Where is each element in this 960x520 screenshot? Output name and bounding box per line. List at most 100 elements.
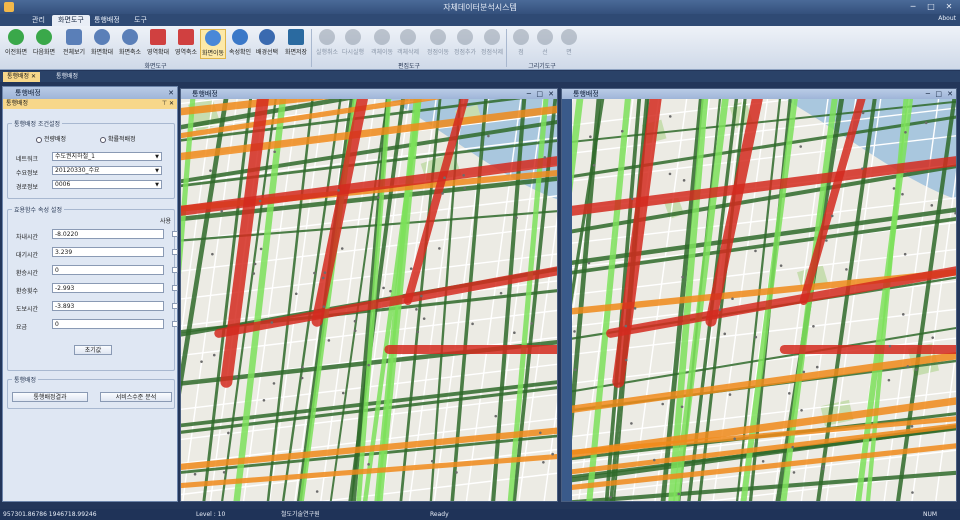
param-input[interactable]: 0 <box>52 319 164 329</box>
zoom-in-button[interactable]: 화면확대 <box>89 29 115 59</box>
menu-tab-view-tools[interactable]: 화면도구 <box>52 15 90 26</box>
menu-tab-manage[interactable]: 관리 <box>26 15 51 26</box>
draw-line-button[interactable]: 선 <box>532 29 558 59</box>
undo-icon <box>319 29 335 45</box>
maximize-icon[interactable]: □ <box>935 89 942 99</box>
delete-object-button[interactable]: 객체삭제 <box>395 29 421 59</box>
param-input[interactable]: 0 <box>52 265 164 275</box>
poi-marker <box>791 445 795 449</box>
status-ready: Ready <box>430 511 449 518</box>
poi-marker <box>680 405 684 409</box>
draw-polygon-button[interactable]: 면 <box>556 29 582 59</box>
poi-marker <box>633 307 637 310</box>
poi-marker <box>620 129 624 133</box>
close-icon[interactable]: ✕ <box>947 89 953 99</box>
panel-title: 통행배정 <box>15 89 41 97</box>
move-object-button[interactable]: 객체이동 <box>369 29 395 59</box>
save-screen-button[interactable]: 화면저장 <box>283 29 309 59</box>
poi-marker <box>513 331 516 335</box>
map-canvas[interactable] <box>562 99 956 501</box>
poi-marker <box>337 189 340 192</box>
redo-button[interactable]: 다시실행 <box>340 29 366 59</box>
route-select[interactable]: 0006 ▼ <box>52 180 162 189</box>
param-input[interactable]: 3.239 <box>52 247 164 257</box>
minimize-icon[interactable]: ─ <box>906 1 920 12</box>
radio-icon <box>36 136 42 143</box>
side-dock-strip[interactable] <box>562 99 572 501</box>
poi-marker <box>200 360 203 363</box>
doc-tab-assignment-1[interactable]: 통행배정 ✕ <box>3 72 41 82</box>
poi-marker <box>515 216 518 220</box>
poi-marker <box>906 365 910 368</box>
param-input[interactable]: -8.0220 <box>52 229 164 239</box>
poi-marker <box>733 437 737 441</box>
service-level-analysis-button[interactable]: 서비스수준 분석 <box>100 392 172 402</box>
undo-button[interactable]: 실행취소 <box>314 29 340 59</box>
reset-defaults-button[interactable]: 초기값 <box>74 345 112 355</box>
add-vertex-button[interactable]: 정점추가 <box>452 29 478 59</box>
area-zoom-out-button[interactable]: 영역축소 <box>173 29 199 59</box>
poi-marker <box>227 431 230 435</box>
minimize-icon[interactable]: ─ <box>926 89 930 99</box>
map-canvas[interactable] <box>181 99 557 501</box>
poi-marker <box>530 322 533 325</box>
poi-marker <box>668 115 672 118</box>
minimize-icon[interactable]: ─ <box>527 89 531 99</box>
traffic-map[interactable] <box>572 99 956 501</box>
area-zoom-in-button[interactable]: 영역확대 <box>145 29 171 59</box>
assignment-result-button[interactable]: 통행배정결과 <box>12 392 88 402</box>
poi-marker <box>353 329 357 333</box>
full-extent-button[interactable]: 전체보기 <box>61 29 87 59</box>
use-checkbox[interactable] <box>172 249 178 255</box>
use-checkbox[interactable] <box>172 321 178 327</box>
pin-close-icon[interactable]: ⊤ ✕ <box>162 99 174 109</box>
maximize-icon[interactable]: □ <box>924 1 938 12</box>
radio-full-assignment[interactable]: 전량배정 <box>36 134 66 143</box>
close-icon[interactable]: ✕ <box>942 1 956 12</box>
about-link[interactable]: About <box>938 15 956 22</box>
identify-button[interactable]: 속성확인 <box>227 29 253 59</box>
close-panel-icon[interactable]: ✕ <box>168 87 174 99</box>
draw-point-button[interactable]: 점 <box>508 29 534 59</box>
add-vertex-icon <box>457 29 473 45</box>
poi-marker <box>924 121 928 125</box>
use-checkbox[interactable] <box>172 303 178 309</box>
poi-marker <box>494 414 498 418</box>
maximize-icon[interactable]: □ <box>536 89 543 99</box>
move-vertex-button[interactable]: 정점이동 <box>425 29 451 59</box>
poi-marker <box>821 467 825 471</box>
radio-probabilistic-assignment[interactable]: 확률적배정 <box>100 134 136 143</box>
panel-header: 통행배정 ✕ <box>3 87 177 99</box>
delete-vertex-button[interactable]: 정점삭제 <box>479 29 505 59</box>
poi-marker <box>910 425 914 428</box>
use-checkbox[interactable] <box>172 267 178 273</box>
area-zoom-in-icon <box>150 29 166 45</box>
traffic-map[interactable] <box>181 99 557 501</box>
background-select-button[interactable]: 배경선택 <box>254 29 280 59</box>
use-checkbox[interactable] <box>172 231 178 237</box>
poi-marker <box>367 363 370 367</box>
close-icon[interactable]: ✕ <box>548 89 554 99</box>
pan-button[interactable]: 화면이동 <box>200 29 226 59</box>
param-input[interactable]: -2.993 <box>52 283 164 293</box>
poi-marker <box>301 366 304 369</box>
menu-tab-assignment[interactable]: 통행배정 <box>88 15 126 26</box>
doc-tab-assignment-2[interactable]: 통행배정 <box>52 72 82 82</box>
prev-view-button[interactable]: 이전화면 <box>3 29 29 59</box>
param-input[interactable]: -3.893 <box>52 301 164 311</box>
zoom-out-button[interactable]: 화면축소 <box>117 29 143 59</box>
redo-icon <box>345 29 361 45</box>
action-section: 통행배정 통행배정결과 서비스수준 분석 <box>7 375 175 409</box>
next-view-button[interactable]: 다음화면 <box>31 29 57 59</box>
menu-tab-tools[interactable]: 도구 <box>128 15 153 26</box>
poi-marker <box>259 247 263 251</box>
app-icon[interactable] <box>4 2 14 12</box>
poi-marker <box>462 173 465 177</box>
poi-marker <box>353 319 357 323</box>
poi-marker <box>668 172 672 176</box>
network-select[interactable]: 수도권지하철_1 ▼ <box>52 152 162 161</box>
demand-select[interactable]: 20120330_수요 ▼ <box>52 166 162 175</box>
use-checkbox[interactable] <box>172 285 178 291</box>
poi-marker <box>235 375 238 379</box>
polygon-icon <box>561 29 577 45</box>
